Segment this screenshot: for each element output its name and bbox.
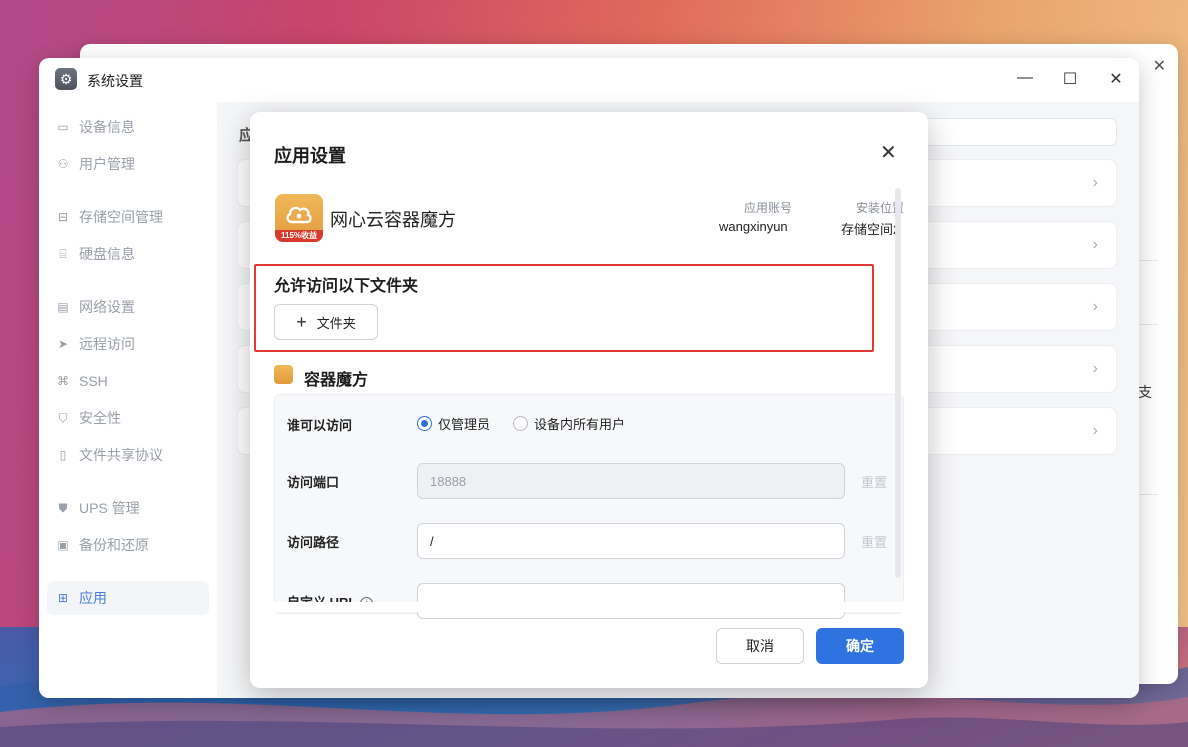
search-input[interactable] — [917, 118, 1117, 146]
sidebar-item-apps[interactable]: ⊞ 应用 — [47, 581, 209, 615]
ssh-icon: ⌘ — [57, 374, 69, 388]
app-settings-dialog: 应用设置 ✕ 115%收益 网心云容器魔方 应用账号 wangxinyun 安装… — [250, 112, 928, 688]
sidebar-item-device-info[interactable]: ▭ 设备信息 — [47, 110, 209, 144]
confirm-button[interactable]: 确定 — [816, 628, 904, 664]
maximize-button[interactable]: ☐ — [1060, 69, 1080, 89]
window-title: 系统设置 — [87, 73, 143, 89]
network-icon: ▤ — [57, 300, 69, 314]
app-name: 网心云容器魔方 — [330, 210, 456, 230]
chevron-right-icon: › — [1092, 174, 1098, 191]
add-folder-button[interactable]: + 文件夹 — [274, 304, 378, 340]
sidebar-item-network[interactable]: ▤ 网络设置 — [47, 290, 209, 324]
path-reset-button[interactable]: 重置 — [861, 532, 887, 551]
port-value: 18888 — [430, 473, 467, 489]
sidebar-item-label: UPS 管理 — [79, 500, 140, 516]
path-value: / — [430, 533, 434, 549]
app-logo: 115%收益 — [275, 194, 323, 242]
sidebar-item-backup[interactable]: ▣ 备份和还原 — [47, 528, 209, 562]
access-label: 谁可以访问 — [287, 418, 353, 433]
sidebar-item-label: 应用 — [79, 590, 107, 606]
port-label: 访问端口 — [287, 475, 340, 490]
custom-url-input[interactable] — [417, 583, 845, 619]
radio-checked-icon — [417, 416, 432, 431]
ups-icon: ⛊ — [58, 500, 68, 515]
backup-icon: ▣ — [57, 538, 69, 552]
background-close-button[interactable]: ✕ — [1153, 56, 1166, 76]
path-label: 访问路径 — [287, 535, 340, 550]
sidebar-item-storage[interactable]: ⊟ 存储空间管理 — [47, 200, 209, 234]
location-value: 存储空间2 — [841, 222, 901, 237]
sidebar: ▭ 设备信息 ⚇ 用户管理 ⊟ 存储空间管理 ⌸ 硬盘信息 ▤ 网络设置 ➤ 远… — [39, 102, 217, 698]
sidebar-item-remote-access[interactable]: ➤ 远程访问 — [47, 327, 209, 361]
path-input[interactable]: / — [417, 523, 845, 559]
sidebar-item-file-sharing[interactable]: ▯ 文件共享协议 — [47, 438, 209, 472]
radio-admin-only[interactable]: 仅管理员 — [417, 414, 490, 433]
sidebar-item-label: 文件共享协议 — [79, 447, 163, 463]
sidebar-item-ssh[interactable]: ⌘ SSH — [47, 364, 209, 398]
container-section-title: 容器魔方 — [304, 372, 369, 389]
account-label: 应用账号 — [744, 201, 793, 215]
radio-admin-only-label: 仅管理员 — [438, 417, 491, 432]
file-share-icon: ▯ — [59, 448, 67, 462]
dialog-title: 应用设置 — [274, 146, 346, 166]
sidebar-item-label: 网络设置 — [79, 299, 135, 315]
sidebar-item-label: SSH — [79, 373, 108, 389]
apps-icon: ⊞ — [57, 591, 69, 605]
sidebar-item-label: 用户管理 — [79, 156, 135, 172]
sidebar-item-disk-info[interactable]: ⌸ 硬盘信息 — [47, 237, 209, 271]
chevron-right-icon: › — [1092, 422, 1098, 439]
radio-all-users[interactable]: 设备内所有用户 — [513, 414, 625, 433]
close-window-button[interactable]: ✕ — [1106, 69, 1126, 89]
sidebar-item-label: 远程访问 — [79, 336, 135, 352]
chevron-right-icon: › — [1092, 236, 1098, 253]
radio-unchecked-icon — [513, 416, 528, 431]
titlebar: ⚙ 系统设置 — ☐ ✕ — [39, 58, 1139, 102]
sidebar-item-label: 备份和还原 — [79, 537, 149, 553]
device-icon: ▭ — [57, 120, 69, 134]
dialog-footer — [250, 602, 928, 612]
container-app-icon — [274, 365, 293, 384]
scrollbar[interactable] — [895, 188, 901, 578]
cancel-button[interactable]: 取消 — [716, 628, 804, 664]
sidebar-item-ups[interactable]: ⛊ UPS 管理 — [47, 491, 209, 525]
cloud-icon — [286, 206, 312, 224]
sidebar-item-label: 安全性 — [79, 410, 121, 426]
plus-icon: + — [296, 311, 307, 332]
sidebar-item-label: 设备信息 — [79, 119, 135, 135]
chevron-right-icon: › — [1092, 360, 1098, 377]
account-value: wangxinyun — [719, 219, 788, 234]
close-icon[interactable]: ✕ — [880, 140, 897, 165]
sidebar-item-label: 硬盘信息 — [79, 246, 135, 262]
add-folder-label: 文件夹 — [316, 315, 356, 331]
storage-icon: ⊟ — [57, 210, 69, 224]
app-badge: 115%收益 — [275, 230, 323, 242]
port-reset-button[interactable]: 重置 — [861, 472, 887, 491]
remote-icon: ➤ — [57, 337, 69, 351]
background-text-fragment: 支 — [1138, 384, 1152, 400]
sidebar-item-security[interactable]: ⛉ 安全性 — [47, 401, 209, 435]
sidebar-item-user-management[interactable]: ⚇ 用户管理 — [47, 147, 209, 181]
gear-icon: ⚙ — [55, 68, 77, 90]
shield-icon: ⛉ — [58, 410, 68, 425]
chevron-right-icon: › — [1092, 298, 1098, 315]
disk-icon: ⌸ — [59, 246, 67, 261]
container-settings-panel: 谁可以访问 仅管理员 设备内所有用户 访问端口 18888 重置 访问路径 / … — [274, 394, 904, 619]
port-input: 18888 — [417, 463, 845, 499]
minimize-button[interactable]: — — [1015, 69, 1035, 87]
radio-all-users-label: 设备内所有用户 — [534, 417, 626, 432]
folder-access-title: 允许访问以下文件夹 — [274, 278, 419, 295]
user-icon: ⚇ — [57, 157, 69, 171]
sidebar-item-label: 存储空间管理 — [79, 209, 163, 225]
